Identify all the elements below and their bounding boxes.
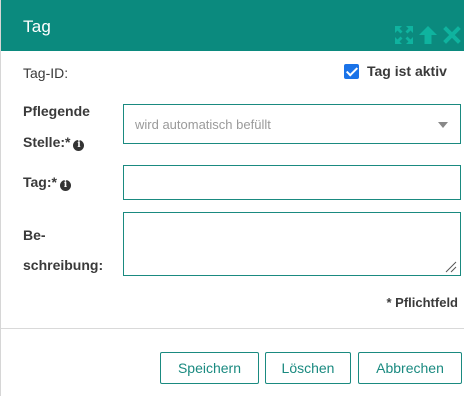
chevron-down-icon <box>438 122 448 128</box>
arrow-up-icon[interactable] <box>417 24 439 46</box>
delete-button[interactable]: Löschen <box>265 352 351 384</box>
beschreibung-textarea[interactable] <box>123 212 461 276</box>
tag-input[interactable] <box>123 165 461 200</box>
info-icon[interactable]: i <box>73 140 85 151</box>
footer-divider <box>1 328 464 329</box>
active-toggle[interactable]: Tag ist aktiv <box>344 63 447 79</box>
titlebar-icons <box>393 24 463 46</box>
tag-label: Tag:* i <box>23 169 71 195</box>
required-note: * Pflichtfeld <box>386 295 458 310</box>
save-button[interactable]: Speichern <box>160 352 259 384</box>
resize-grip-icon[interactable] <box>442 258 458 274</box>
pflegende-stelle-select[interactable]: wird automatisch befüllt <box>123 104 461 144</box>
dialog-title: Tag <box>23 17 52 36</box>
stelle-label: Stelle:* i <box>23 129 85 155</box>
cancel-button[interactable]: Abbrechen <box>358 352 462 384</box>
tag-id-label: Tag-ID: <box>23 65 69 81</box>
tag-label-text: Tag:* <box>23 174 57 190</box>
active-checkbox-label: Tag ist aktiv <box>367 63 447 79</box>
tag-dialog: Tag Tag-ID: Tag ist aktiv Pflegende Stel… <box>0 0 464 396</box>
pflegende-stelle-value: wird automatisch befüllt <box>135 117 271 132</box>
close-icon[interactable] <box>441 24 463 46</box>
stelle-label-line2: Stelle:* <box>23 134 71 150</box>
beschreibung-label-line1: Be- <box>23 227 46 243</box>
stelle-label-line1: Pflegende <box>23 103 90 119</box>
active-checkbox[interactable] <box>344 63 359 79</box>
dialog-titlebar[interactable]: Tag <box>1 0 464 51</box>
info-icon[interactable]: i <box>59 180 71 191</box>
expand-icon[interactable] <box>393 24 415 46</box>
beschreibung-label-line2: schreibung: <box>23 257 104 273</box>
